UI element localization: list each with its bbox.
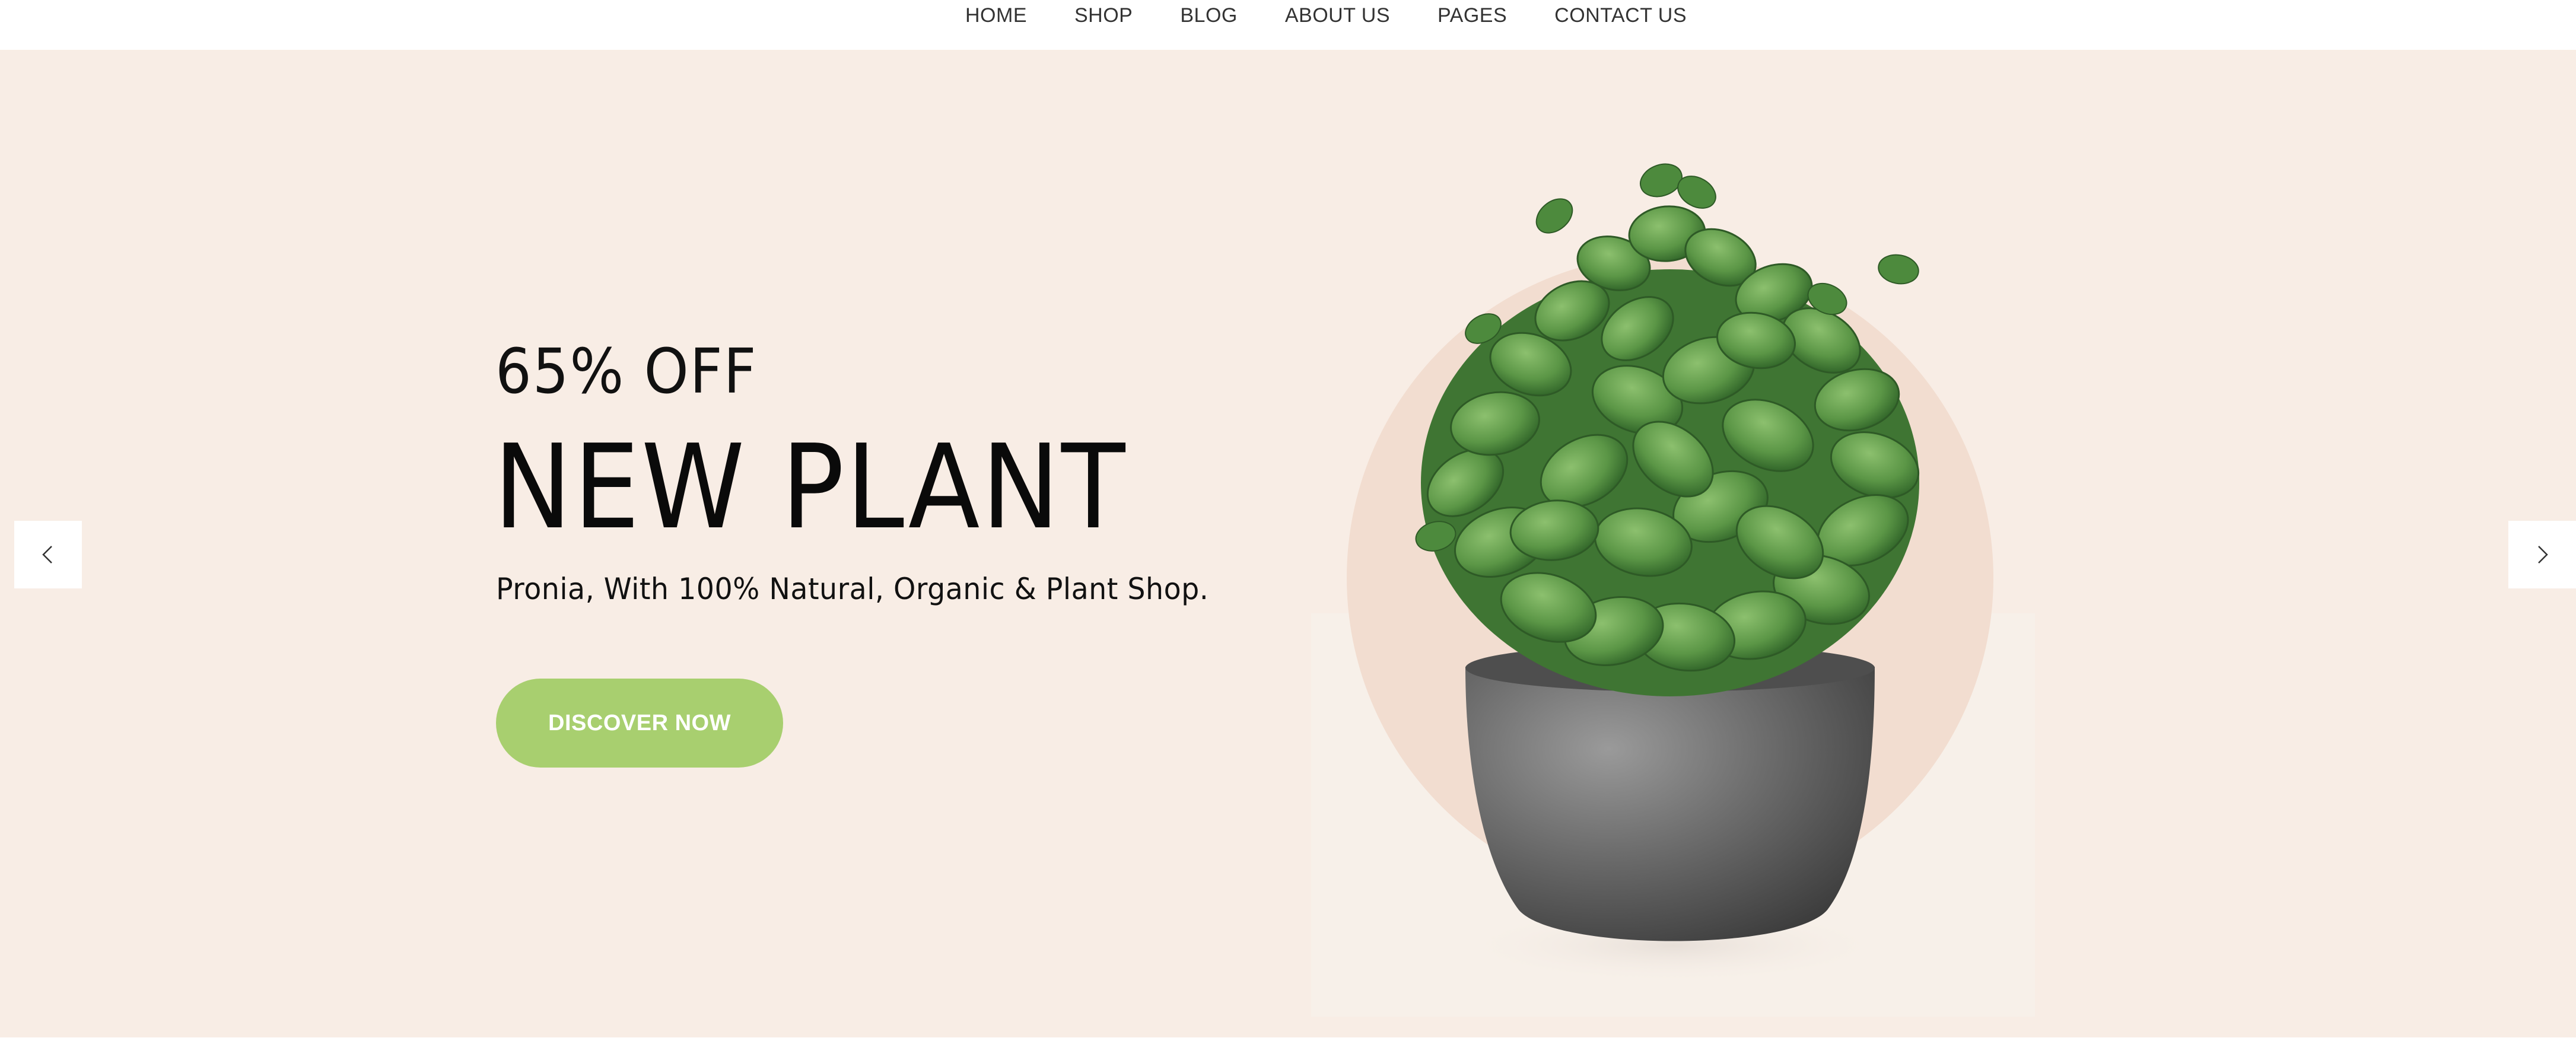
nav-item-blog[interactable]: BLOG: [1180, 2, 1237, 28]
nav-menu: HOME SHOP BLOG ABOUT US PAGES CONTACT US: [965, 2, 1687, 28]
chevron-right-icon: [2538, 546, 2548, 564]
main-navigation: HOME SHOP BLOG ABOUT US PAGES CONTACT US: [0, 0, 2576, 50]
discover-now-button[interactable]: DISCOVER NOW: [496, 679, 783, 768]
nav-item-shop[interactable]: SHOP: [1074, 2, 1133, 28]
slider-next-button[interactable]: [2508, 521, 2576, 588]
hero-bottom-divider: [0, 1037, 2576, 1041]
nav-item-about-us[interactable]: ABOUT US: [1285, 2, 1390, 28]
potted-plant-image: [1311, 163, 2035, 1017]
hero-slider: 65% OFF NEW PLANT Pronia, With 100% Natu…: [0, 50, 2576, 1041]
nav-item-pages[interactable]: PAGES: [1438, 2, 1507, 28]
chevron-left-icon: [42, 546, 52, 564]
hero-subtext: Pronia, With 100% Natural, Organic & Pla…: [496, 572, 1209, 606]
slider-prev-button[interactable]: [14, 521, 82, 588]
hero-offer-text: 65% OFF: [495, 335, 758, 408]
plant-foliage: [1415, 163, 1920, 696]
nav-item-home[interactable]: HOME: [965, 2, 1027, 28]
hero-headline: NEW PLANT: [494, 420, 1127, 555]
plant-pot: [1465, 667, 1875, 941]
nav-item-contact-us[interactable]: CONTACT US: [1554, 2, 1687, 28]
